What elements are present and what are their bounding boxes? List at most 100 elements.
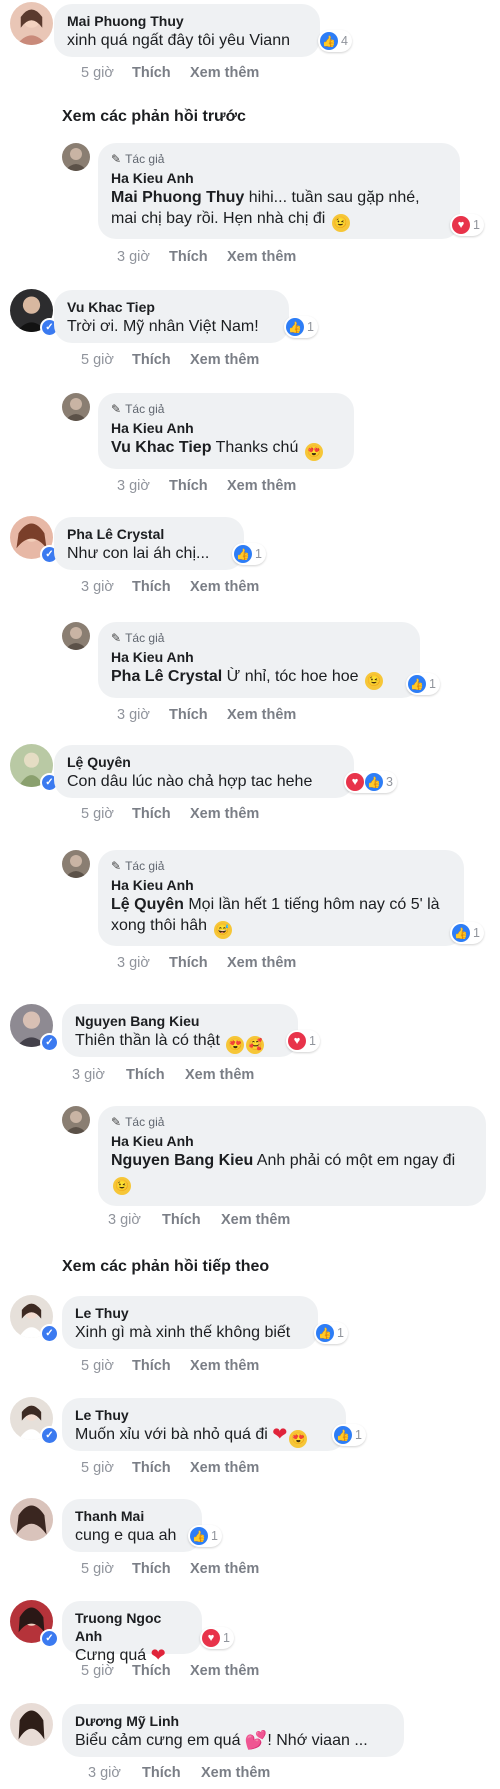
- more-button[interactable]: Xem thêm: [221, 1212, 290, 1228]
- timestamp[interactable]: 3 giờ: [81, 579, 132, 595]
- comment-author[interactable]: Truong Ngoc Anh: [75, 1609, 189, 1645]
- mention[interactable]: Vu Khac Tiep: [111, 439, 211, 456]
- timestamp[interactable]: 3 giờ: [88, 1765, 142, 1781]
- reaction-badge[interactable]: ♥ 👍 3: [344, 771, 397, 793]
- reaction-badge[interactable]: ♥ 1: [200, 1627, 234, 1649]
- timestamp[interactable]: 5 giờ: [81, 1358, 132, 1374]
- like-button[interactable]: Thích: [126, 1067, 185, 1083]
- comment-author[interactable]: Ha Kieu Anh: [111, 876, 451, 894]
- more-button[interactable]: Xem thêm: [227, 249, 296, 265]
- comment-author[interactable]: Thanh Mai: [75, 1507, 189, 1525]
- reaction-badge[interactable]: 👍 4: [318, 30, 352, 52]
- mention[interactable]: Pha Lê Crystal: [111, 668, 222, 685]
- like-button[interactable]: Thích: [132, 1663, 190, 1679]
- avatar[interactable]: [62, 1106, 90, 1134]
- pencil-icon: ✎: [111, 631, 122, 645]
- like-button[interactable]: Thích: [169, 478, 227, 494]
- comment-meta: 5 giờ Thích Xem thêm: [81, 806, 259, 822]
- like-button[interactable]: Thích: [132, 806, 190, 822]
- like-button[interactable]: Thích: [132, 1460, 190, 1476]
- like-button[interactable]: Thích: [169, 249, 227, 265]
- timestamp[interactable]: 3 giờ: [117, 249, 169, 265]
- more-button[interactable]: Xem thêm: [190, 806, 259, 822]
- more-button[interactable]: Xem thêm: [227, 707, 296, 723]
- comment-author[interactable]: Mai Phuong Thuy: [67, 12, 307, 30]
- more-button[interactable]: Xem thêm: [190, 1460, 259, 1476]
- more-button[interactable]: Xem thêm: [190, 579, 259, 595]
- comment-author[interactable]: Ha Kieu Anh: [111, 169, 447, 187]
- comment-author[interactable]: Ha Kieu Anh: [111, 648, 407, 666]
- timestamp[interactable]: 3 giờ: [108, 1212, 162, 1228]
- like-icon: 👍: [452, 924, 470, 942]
- comment-author[interactable]: Le Thuy: [75, 1304, 305, 1322]
- more-button[interactable]: Xem thêm: [190, 352, 259, 368]
- reaction-badge[interactable]: 👍 1: [188, 1525, 222, 1547]
- more-button[interactable]: Xem thêm: [190, 1561, 259, 1577]
- like-button[interactable]: Thích: [132, 1358, 190, 1374]
- reaction-badge[interactable]: 👍 1: [406, 673, 440, 695]
- more-button[interactable]: Xem thêm: [190, 1663, 259, 1679]
- comment-text: Ừ nhỉ, tóc hoe hoe: [222, 668, 359, 685]
- reaction-badge[interactable]: 👍 1: [332, 1424, 366, 1446]
- comment-author[interactable]: Vu Khac Tiep: [67, 298, 276, 316]
- heart-eyes-emoji-icon: 😍: [304, 443, 323, 461]
- like-button[interactable]: Thích: [132, 579, 190, 595]
- more-button[interactable]: Xem thêm: [185, 1067, 254, 1083]
- like-button[interactable]: Thích: [132, 1561, 190, 1577]
- timestamp[interactable]: 3 giờ: [117, 955, 169, 971]
- more-button[interactable]: Xem thêm: [190, 65, 259, 81]
- avatar[interactable]: [62, 622, 90, 650]
- avatar[interactable]: [62, 850, 90, 878]
- more-button[interactable]: Xem thêm: [190, 1358, 259, 1374]
- comment-text: Thanks chú: [211, 439, 299, 456]
- timestamp[interactable]: 5 giờ: [81, 1561, 132, 1577]
- timestamp[interactable]: 5 giờ: [81, 65, 132, 81]
- wink-emoji-icon: 😉: [365, 672, 384, 690]
- like-button[interactable]: Thích: [162, 1212, 221, 1228]
- like-button[interactable]: Thích: [132, 352, 190, 368]
- comment-text: Muốn xỉu với bà nhỏ quá đi: [75, 1426, 268, 1443]
- timestamp[interactable]: 3 giờ: [117, 478, 169, 494]
- like-button[interactable]: Thích: [169, 955, 227, 971]
- mention[interactable]: Lệ Quyên: [111, 896, 184, 913]
- comment-author[interactable]: Pha Lê Crystal: [67, 525, 231, 543]
- reaction-badge[interactable]: 👍 1: [232, 543, 266, 565]
- comment-bubble: Truong Ngoc Anh Cưng quá ❤: [62, 1601, 202, 1665]
- comment-bubble: Le Thuy Xinh gì mà xinh thế không biết: [62, 1296, 318, 1349]
- comment-author[interactable]: Le Thuy: [75, 1406, 333, 1424]
- comment-meta: 5 giờ Thích Xem thêm: [81, 1460, 259, 1476]
- avatar[interactable]: [62, 393, 90, 421]
- timestamp[interactable]: 5 giờ: [81, 806, 132, 822]
- timestamp[interactable]: 3 giờ: [72, 1067, 126, 1083]
- red-heart-icon: ❤: [150, 1645, 166, 1665]
- avatar[interactable]: [10, 1703, 53, 1746]
- love-icon: ♥: [346, 773, 364, 791]
- more-button[interactable]: Xem thêm: [227, 478, 296, 494]
- comment-author[interactable]: Lệ Quyên: [67, 753, 341, 771]
- view-next-replies[interactable]: Xem các phản hồi tiếp theo: [62, 1258, 269, 1276]
- timestamp[interactable]: 3 giờ: [117, 707, 169, 723]
- comment-author[interactable]: Dương Mỹ Linh: [75, 1712, 391, 1730]
- reaction-badge[interactable]: 👍 1: [450, 922, 484, 944]
- like-button[interactable]: Thích: [142, 1765, 201, 1781]
- reaction-badge[interactable]: ♥ 1: [450, 214, 484, 236]
- timestamp[interactable]: 5 giờ: [81, 352, 132, 368]
- reaction-badge[interactable]: 👍 1: [284, 316, 318, 338]
- mention[interactable]: Mai Phuong Thuy: [111, 189, 244, 206]
- avatar[interactable]: [10, 2, 53, 45]
- more-button[interactable]: Xem thêm: [227, 955, 296, 971]
- mention[interactable]: Nguyen Bang Kieu: [111, 1152, 253, 1169]
- comment-author[interactable]: Ha Kieu Anh: [111, 419, 341, 437]
- more-button[interactable]: Xem thêm: [201, 1765, 270, 1781]
- view-previous-replies[interactable]: Xem các phản hồi trước: [62, 108, 246, 126]
- timestamp[interactable]: 5 giờ: [81, 1460, 132, 1476]
- avatar[interactable]: [62, 143, 90, 171]
- reaction-badge[interactable]: 👍 1: [314, 1322, 348, 1344]
- reaction-badge[interactable]: ♥ 1: [286, 1030, 320, 1052]
- comment-author[interactable]: Ha Kieu Anh: [111, 1132, 473, 1150]
- comment-author[interactable]: Nguyen Bang Kieu: [75, 1012, 285, 1030]
- timestamp[interactable]: 5 giờ: [81, 1663, 132, 1679]
- avatar[interactable]: [10, 1498, 53, 1541]
- like-button[interactable]: Thích: [169, 707, 227, 723]
- like-button[interactable]: Thích: [132, 65, 190, 81]
